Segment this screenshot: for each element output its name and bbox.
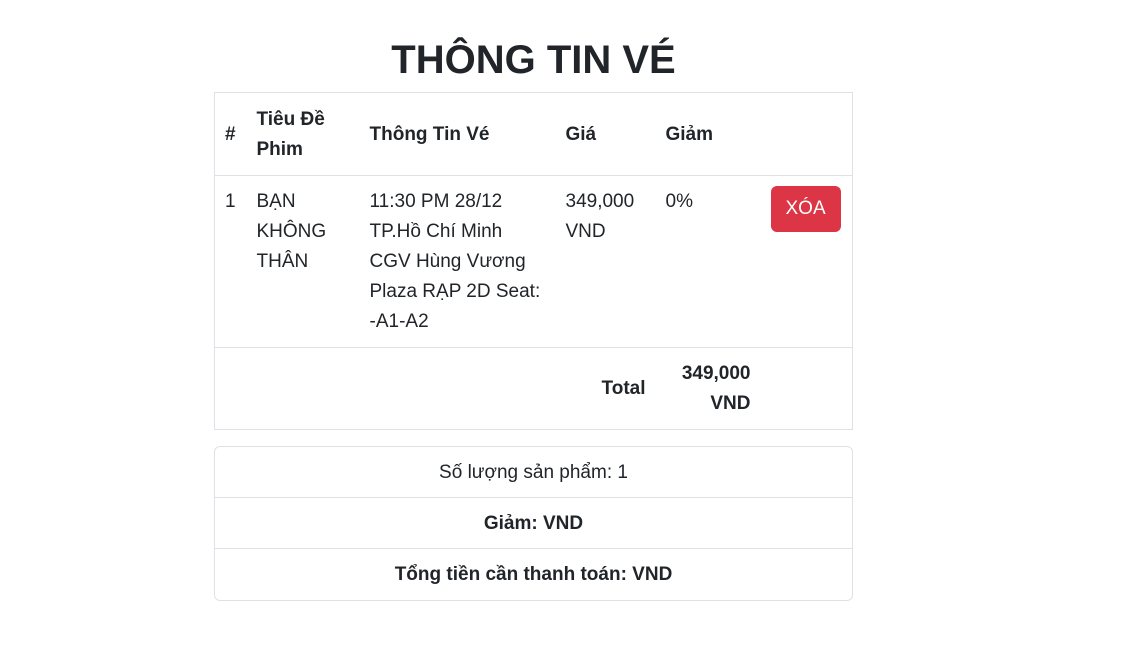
row-discount: 0%	[655, 175, 761, 348]
row-ticket-info: 11:30 PM 28/12 TP.Hồ Chí Minh CGV Hùng V…	[359, 175, 556, 348]
summary-grand-total: Tổng tiền cần thanh toán: VND	[394, 564, 673, 585]
header-movie-title: Tiêu Đề Phim	[246, 92, 360, 176]
total-spacer	[214, 347, 247, 430]
row-index: 1	[214, 175, 247, 348]
order-summary: Số lượng sản phẩm: 1 Giảm: VND Tổng tiền…	[214, 446, 853, 601]
total-spacer	[760, 347, 853, 430]
summary-discount: Giảm: VND	[215, 498, 852, 549]
header-price: Giá	[555, 92, 656, 176]
total-row: Total 349,000 VND	[214, 347, 853, 430]
table-header-row: # Tiêu Đề Phim Thông Tin Vé Giá Giảm	[214, 92, 853, 176]
ticket-table: # Tiêu Đề Phim Thông Tin Vé Giá Giảm 1 B…	[214, 92, 853, 430]
row-actions: XÓA	[760, 175, 853, 348]
total-spacer	[246, 347, 360, 430]
delete-button[interactable]: XÓA	[770, 186, 841, 232]
header-actions	[760, 92, 853, 176]
total-label: Total	[555, 347, 656, 430]
header-discount: Giảm	[655, 92, 761, 176]
header-index: #	[214, 92, 247, 176]
row-price: 349,000 VND	[555, 175, 656, 348]
total-spacer	[359, 347, 556, 430]
summary-quantity: Số lượng sản phẩm: 1	[215, 447, 852, 498]
header-ticket-info: Thông Tin Vé	[359, 92, 556, 176]
page-title: THÔNG TIN VÉ	[391, 38, 676, 82]
table-row: 1 BẠN KHÔNG THÂN 11:30 PM 28/12 TP.Hồ Ch…	[214, 175, 853, 348]
row-movie-title: BẠN KHÔNG THÂN	[246, 175, 360, 348]
total-value: 349,000 VND	[655, 347, 761, 430]
